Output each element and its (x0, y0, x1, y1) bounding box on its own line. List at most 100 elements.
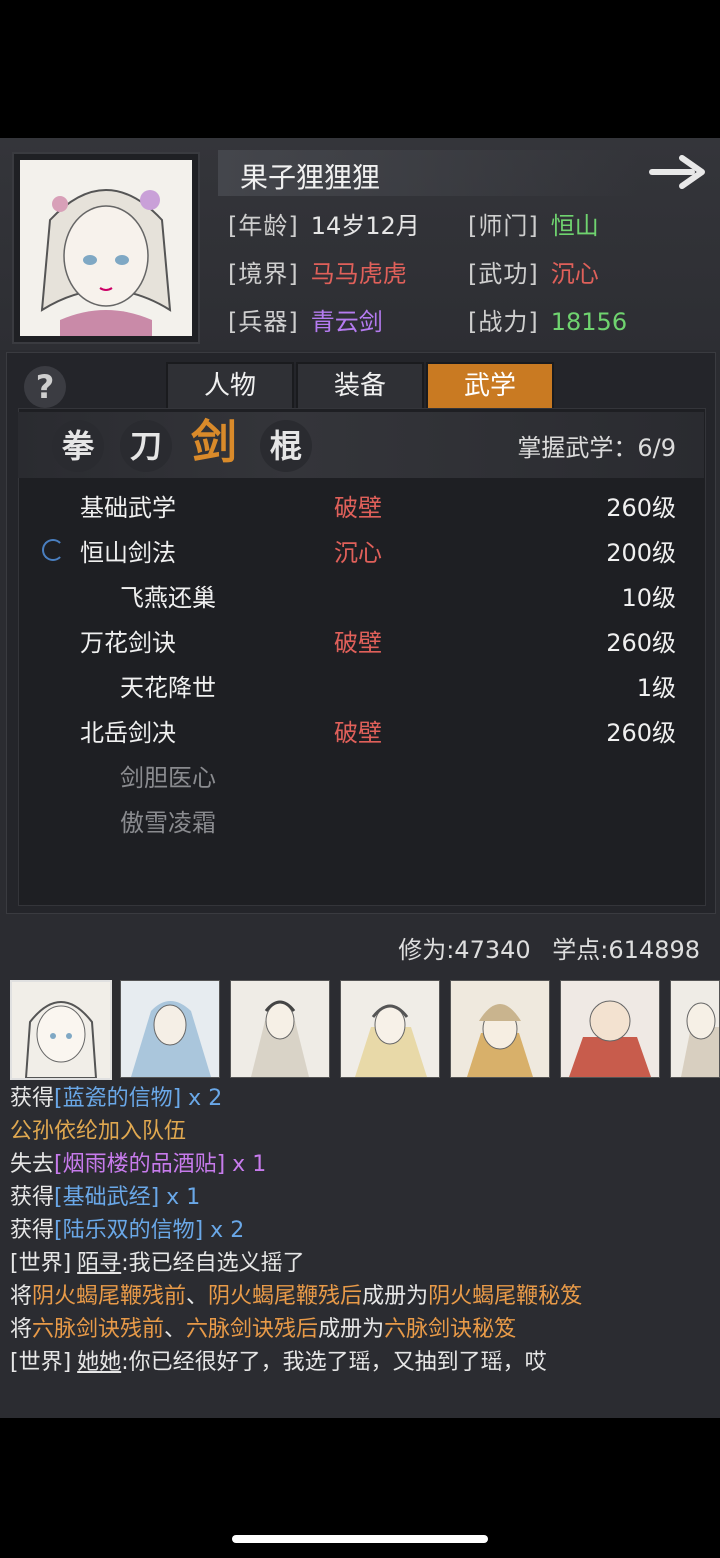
attr-skill: [武功] 沉心 (468, 254, 599, 289)
log-line: 获得[蓝瓷的信物] x 2 (10, 1082, 710, 1115)
skill-name: 恒山剑法 (80, 539, 176, 567)
party-member-avatar[interactable] (450, 980, 550, 1078)
skill-row[interactable]: 傲雪凌霜 (18, 795, 704, 839)
skill-name: 飞燕还巢 (120, 584, 216, 612)
log-item-link[interactable]: [蓝瓷的信物] (54, 1086, 181, 1111)
skill-rank: 破壁 (334, 719, 382, 747)
attr-skill-key: [武功] (468, 260, 539, 288)
attr-weapon-key: [兵器] (228, 308, 299, 336)
log-line: [世界] 陌寻:我已经自选义摇了 (10, 1247, 710, 1280)
skill-rank: 破壁 (334, 629, 382, 657)
party-member-avatar[interactable] (560, 980, 660, 1078)
log-line: 将六脉剑诀残前、六脉剑诀残后成册为六脉剑诀秘笈 (10, 1313, 710, 1346)
character-screen: 果子狸狸狸 [年龄] 14岁12月 [师门] 恒山 [境界] 马马虎虎 [武功] 沉心 … (0, 138, 720, 1418)
log-item-link[interactable]: [陆乐双的信物] (54, 1218, 203, 1243)
attr-power-key: [战力] (468, 308, 539, 336)
log-text: x 2 (203, 1218, 245, 1243)
attr-realm: [境界] 马马虎虎 (228, 254, 407, 289)
category-sword[interactable]: 剑 (188, 416, 240, 468)
log-line: 失去[烟雨楼的品酒贴] x 1 (10, 1148, 710, 1181)
category-blade[interactable]: 刀 (120, 420, 172, 472)
log-text: 获得 (10, 1086, 55, 1111)
log-item-link[interactable]: 六脉剑诀残后 (186, 1317, 318, 1342)
skill-name: 天花降世 (120, 674, 216, 702)
log-text: 、 (186, 1284, 209, 1309)
party-member-avatar[interactable] (10, 980, 112, 1080)
skill-name: 傲雪凌霜 (120, 809, 216, 837)
attr-sect: [师门] 恒山 (468, 206, 599, 241)
party-member-avatar[interactable] (120, 980, 220, 1078)
log-text: 、 (164, 1317, 187, 1342)
skill-level: 1级 (636, 674, 676, 702)
log-line: 将阴火蝎尾鞭残前、阴火蝎尾鞭残后成册为阴火蝎尾鞭秘笈 (10, 1280, 710, 1313)
tab-equipment[interactable]: 装备 (296, 362, 424, 410)
attr-age: [年龄] 14岁12月 (228, 206, 420, 241)
log-text: 获得 (10, 1185, 55, 1210)
log-line: 公孙依纶加入队伍 (10, 1115, 710, 1148)
skill-row[interactable]: 天花降世 1级 (18, 660, 704, 704)
log-item-link[interactable]: 六脉剑诀残前 (32, 1317, 164, 1342)
party-member-avatar[interactable] (670, 980, 720, 1078)
mastery-count: 掌握武学：6/9 (517, 434, 676, 462)
log-item-link[interactable]: [基础武经] (54, 1185, 159, 1210)
next-arrow-icon[interactable] (648, 152, 708, 192)
party-member-avatar[interactable] (340, 980, 440, 1078)
attr-power: [战力] 18156 (468, 302, 627, 337)
tab-character[interactable]: 人物 (166, 362, 294, 410)
skill-name: 剑胆医心 (120, 764, 216, 792)
help-icon[interactable]: ? (24, 366, 66, 408)
home-indicator[interactable] (232, 1535, 488, 1543)
stats-line: 修为:47340 学点:614898 (398, 930, 700, 965)
log-text: 将 (10, 1284, 33, 1309)
skill-name: 北岳剑决 (80, 719, 176, 747)
log-line: 获得[陆乐双的信物] x 2 (10, 1214, 710, 1247)
character-name: 果子狸狸狸 (240, 161, 381, 194)
skill-row[interactable]: 飞燕还巢 10级 (18, 570, 704, 614)
skill-level: 260级 (606, 719, 676, 747)
category-fist[interactable]: 拳 (52, 420, 104, 472)
portrait-frame (12, 152, 200, 344)
log-player-link[interactable]: 陌寻 (77, 1251, 121, 1276)
skill-row[interactable]: 剑胆医心 (18, 750, 704, 794)
log-text: 成册为 (362, 1284, 429, 1309)
skill-level: 260级 (606, 629, 676, 657)
log-player-link[interactable]: 她她 (77, 1350, 121, 1375)
attr-age-value: 14岁12月 (310, 212, 420, 240)
log-text: :我已经自选义摇了 (121, 1251, 305, 1276)
attr-weapon: [兵器] 青云剑 (228, 302, 383, 337)
log-text: [世界] (10, 1350, 72, 1375)
skill-row[interactable]: 北岳剑决 破壁 260级 (18, 705, 704, 749)
tab-martial-arts[interactable]: 武学 (426, 362, 554, 410)
message-log: 获得[蓝瓷的信物] x 2 公孙依纶加入队伍 失去[烟雨楼的品酒贴] x 1 获… (10, 1082, 710, 1379)
attr-weapon-value: 青云剑 (310, 308, 383, 336)
skill-level: 200级 (606, 539, 676, 567)
log-text: :你已经很好了，我选了瑶，又抽到了瑶，哎 (121, 1350, 547, 1375)
log-item-link[interactable]: 阴火蝎尾鞭残前 (32, 1284, 186, 1309)
log-text: 获得 (10, 1218, 55, 1243)
log-item-link[interactable]: 阴火蝎尾鞭秘笈 (428, 1284, 582, 1309)
log-line: 获得[基础武经] x 1 (10, 1181, 710, 1214)
log-item-link[interactable]: [烟雨楼的品酒贴] (54, 1152, 225, 1177)
skill-rank: 破壁 (334, 494, 382, 522)
log-text: 失去 (10, 1152, 55, 1177)
skill-row[interactable]: 基础武学 破壁 260级 (18, 480, 704, 524)
log-text: 将 (10, 1317, 33, 1342)
attr-age-key: [年龄] (228, 212, 299, 240)
equipped-indicator-icon (42, 539, 64, 561)
skill-row[interactable]: 万花剑诀 破壁 260级 (18, 615, 704, 659)
log-item-link[interactable]: 阴火蝎尾鞭残后 (208, 1284, 362, 1309)
attr-skill-value: 沉心 (550, 260, 599, 288)
attr-sect-value: 恒山 (550, 212, 599, 240)
log-text: 公孙依纶加入队伍 (10, 1119, 187, 1144)
skill-row[interactable]: 恒山剑法 沉心 200级 (18, 525, 704, 569)
attr-realm-key: [境界] (228, 260, 299, 288)
party-bar (0, 972, 720, 1082)
skill-name: 万花剑诀 (80, 629, 176, 657)
log-text: x 1 (159, 1185, 201, 1210)
category-staff[interactable]: 棍 (260, 420, 312, 472)
log-line: [世界] 她她:你已经很好了，我选了瑶，又抽到了瑶，哎 (10, 1346, 710, 1379)
party-member-avatar[interactable] (230, 980, 330, 1078)
character-portrait[interactable] (20, 160, 192, 336)
log-item-link[interactable]: 六脉剑诀秘笈 (384, 1317, 516, 1342)
log-text: x 2 (181, 1086, 223, 1111)
